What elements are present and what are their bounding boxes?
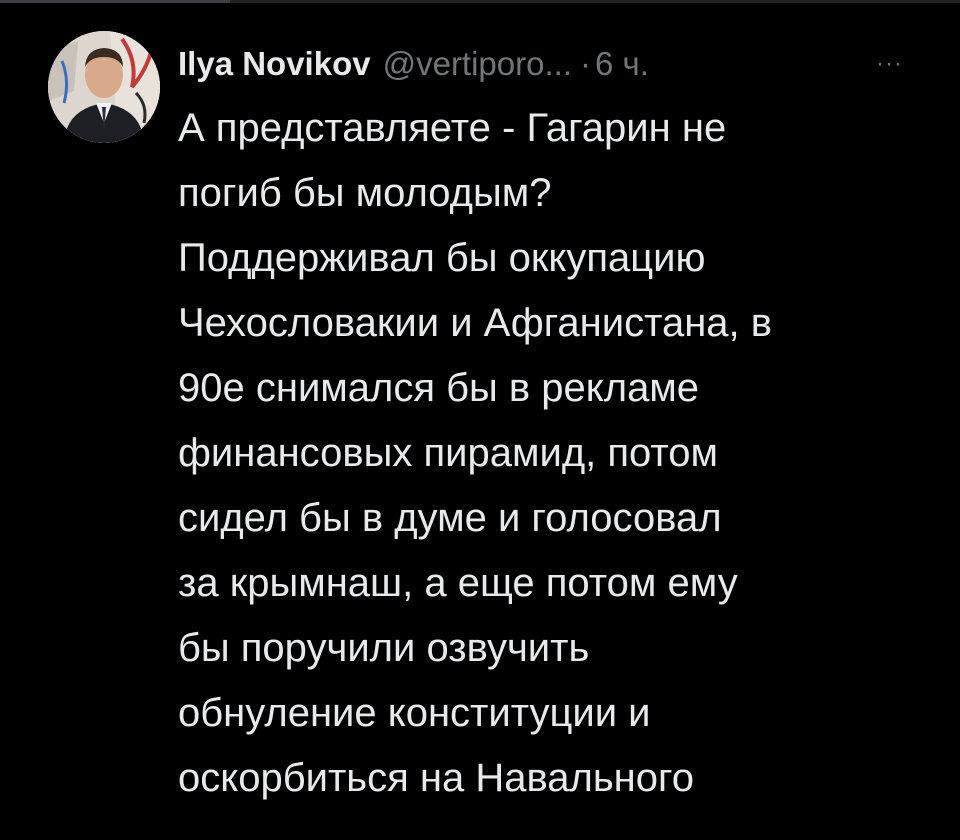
- tweet-text-line: А представляете - Гагарин не: [178, 106, 727, 150]
- tweet-text-line: за крымнаш, а еще потом ему: [178, 561, 738, 605]
- tweet-text-line: 90е снимался бы в рекламе: [178, 366, 700, 410]
- tweet-text-line: погиб бы молодым?: [178, 171, 552, 215]
- tweet-text-line: Чехословакии и Афганистана, в: [178, 301, 773, 345]
- header-separator: ·: [580, 45, 591, 82]
- tweet[interactable]: Ilya Novikov @vertiporo... · 6 ч. ··· А …: [0, 0, 960, 840]
- author-handle[interactable]: @vertiporo...: [383, 38, 572, 90]
- tweet-text-line: обнуление конституции и: [178, 691, 651, 735]
- tweet-header: Ilya Novikov @vertiporo... · 6 ч.: [178, 38, 649, 90]
- author-display-name[interactable]: Ilya Novikov: [178, 38, 371, 90]
- profile-photo-icon: [48, 31, 160, 143]
- tweet-text-line: финансовых пирамид, потом: [178, 431, 719, 475]
- tweet-text-line: бы поручили озвучить: [178, 626, 590, 670]
- more-options-button[interactable]: ···: [876, 38, 903, 90]
- more-horizontal-icon: ···: [876, 50, 903, 77]
- avatar[interactable]: [48, 31, 160, 143]
- tweet-timestamp[interactable]: 6 ч.: [595, 38, 649, 90]
- tweet-text-line: сидел бы в думе и голосовал: [178, 496, 722, 540]
- tweet-text-line: Поддерживал бы оккупацию: [178, 236, 706, 280]
- tweet-text: А представляете - Гагарин не погиб бы мо…: [178, 96, 938, 811]
- tweet-text-line: оскорбиться на Навального: [178, 756, 694, 800]
